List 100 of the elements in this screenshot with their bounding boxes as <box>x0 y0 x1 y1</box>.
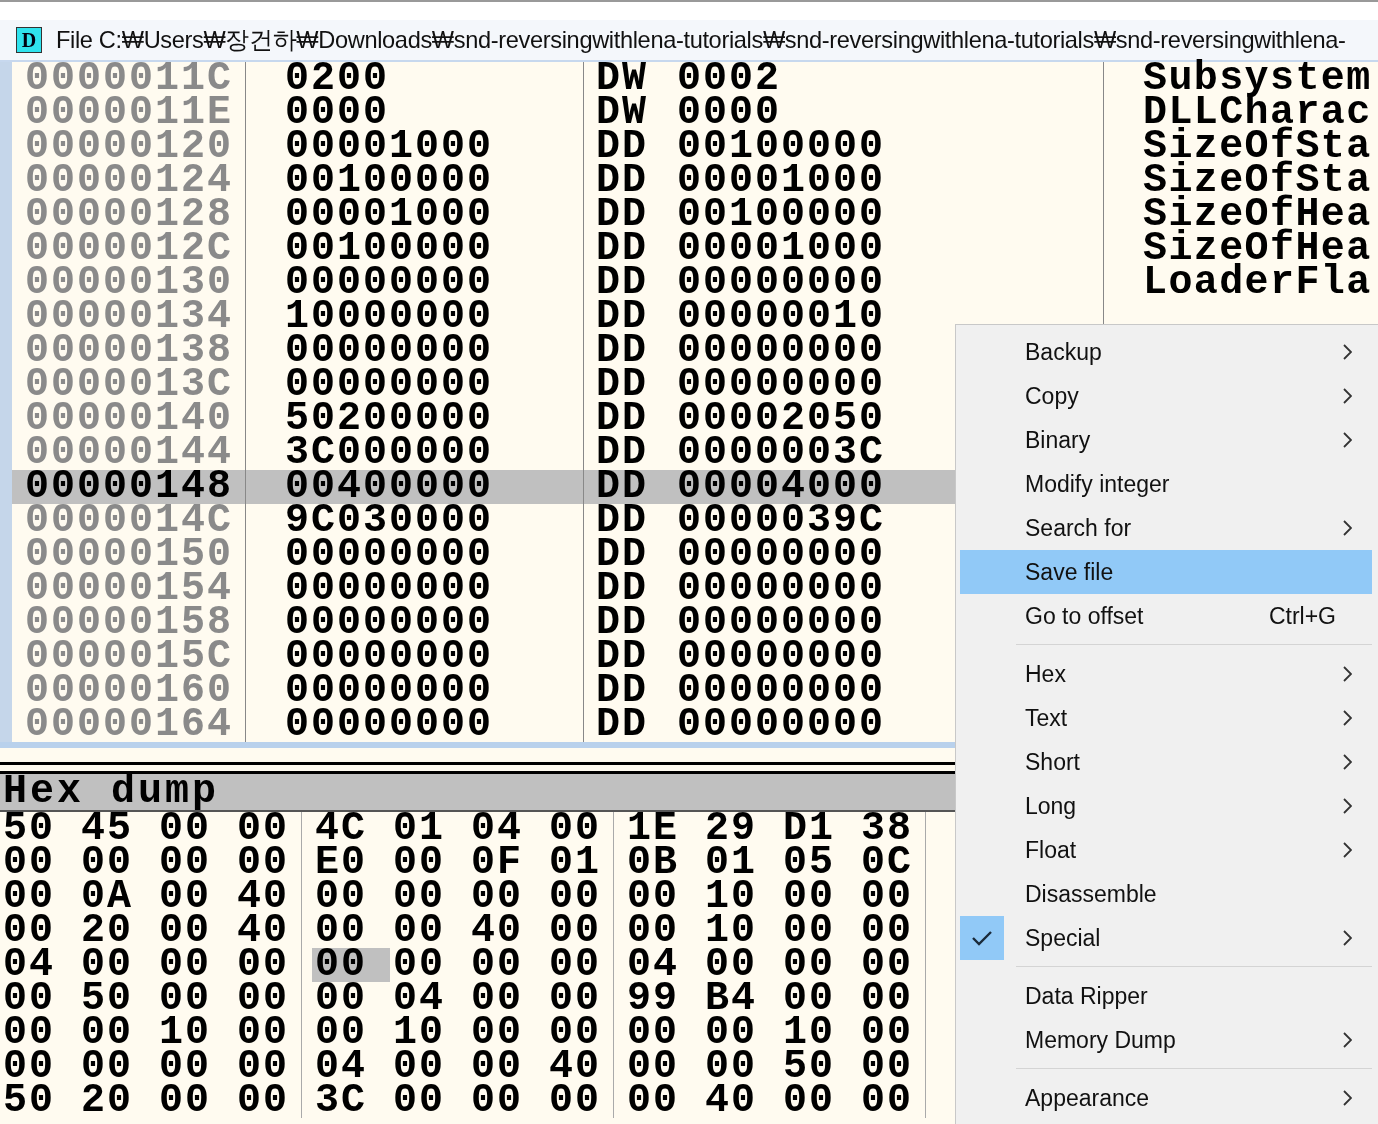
byte-cell[interactable]: 00 <box>234 1050 312 1084</box>
menu-item[interactable]: Data Ripper <box>960 974 1372 1018</box>
byte-cell[interactable]: 00 <box>156 948 234 982</box>
byte-cell[interactable]: 00 <box>858 914 936 948</box>
byte-cell[interactable]: 04 <box>0 948 78 982</box>
byte-cell[interactable]: 99 <box>624 982 702 1016</box>
byte-cell[interactable]: 00 <box>624 880 702 914</box>
byte-cell[interactable]: 00 <box>468 1050 546 1084</box>
byte-cell[interactable]: 00 <box>0 982 78 1016</box>
menu-item[interactable]: Float <box>960 828 1372 872</box>
byte-cell[interactable]: 40 <box>234 880 312 914</box>
byte-cell[interactable]: 00 <box>546 812 624 846</box>
menu-item[interactable]: Go to offset Ctrl+G <box>960 594 1372 638</box>
menu-item[interactable]: Binary <box>960 418 1372 462</box>
menu-item[interactable]: Appearance <box>960 1076 1372 1120</box>
byte-cell[interactable]: 00 <box>468 1016 546 1050</box>
byte-cell[interactable]: 00 <box>702 1016 780 1050</box>
byte-cell[interactable]: 00 <box>156 982 234 1016</box>
byte-cell[interactable]: 00 <box>234 846 312 880</box>
menu-item[interactable]: Save file <box>960 550 1372 594</box>
byte-cell[interactable]: 40 <box>468 914 546 948</box>
byte-cell[interactable]: 00 <box>390 1050 468 1084</box>
byte-cell[interactable]: 00 <box>78 1016 156 1050</box>
byte-cell[interactable]: 00 <box>312 914 390 948</box>
byte-cell[interactable]: 00 <box>546 914 624 948</box>
byte-cell[interactable]: 00 <box>546 1016 624 1050</box>
byte-cell[interactable]: 00 <box>468 982 546 1016</box>
byte-cell[interactable]: 00 <box>468 880 546 914</box>
byte-cell[interactable]: 00 <box>624 1016 702 1050</box>
byte-cell[interactable]: 40 <box>234 914 312 948</box>
byte-cell[interactable]: 05 <box>780 846 858 880</box>
menu-item[interactable]: Hex <box>960 652 1372 696</box>
byte-cell[interactable]: 00 <box>312 948 390 982</box>
byte-cell[interactable]: 00 <box>780 1084 858 1118</box>
byte-cell[interactable]: 50 <box>780 1050 858 1084</box>
byte-cell[interactable]: 00 <box>468 1084 546 1118</box>
byte-cell[interactable]: 50 <box>0 1084 78 1118</box>
byte-cell[interactable]: 00 <box>624 1050 702 1084</box>
byte-cell[interactable]: 00 <box>156 880 234 914</box>
byte-cell[interactable]: 3C <box>312 1084 390 1118</box>
byte-cell[interactable]: E0 <box>312 846 390 880</box>
menu-item[interactable]: Copy <box>960 374 1372 418</box>
byte-cell[interactable]: 01 <box>546 846 624 880</box>
byte-cell[interactable]: 00 <box>858 880 936 914</box>
byte-cell[interactable]: 01 <box>702 846 780 880</box>
byte-cell[interactable]: 00 <box>390 846 468 880</box>
byte-cell[interactable]: 00 <box>78 948 156 982</box>
byte-cell[interactable]: 0A <box>78 880 156 914</box>
byte-cell[interactable]: 00 <box>156 812 234 846</box>
byte-cell[interactable]: 00 <box>234 1084 312 1118</box>
byte-cell[interactable]: 00 <box>0 914 78 948</box>
byte-cell[interactable]: 00 <box>0 846 78 880</box>
menu-item[interactable]: Memory Dump <box>960 1018 1372 1062</box>
byte-cell[interactable]: 00 <box>0 1050 78 1084</box>
byte-cell[interactable]: 00 <box>624 914 702 948</box>
byte-cell[interactable]: 00 <box>234 982 312 1016</box>
byte-cell[interactable]: 10 <box>780 1016 858 1050</box>
byte-cell[interactable]: 00 <box>78 846 156 880</box>
byte-cell[interactable]: 00 <box>390 914 468 948</box>
byte-cell[interactable]: 0B <box>624 846 702 880</box>
byte-cell[interactable]: 00 <box>858 982 936 1016</box>
menu-item[interactable]: Text <box>960 696 1372 740</box>
byte-cell[interactable]: 00 <box>156 914 234 948</box>
byte-cell[interactable]: 04 <box>624 948 702 982</box>
byte-cell[interactable]: 4C <box>312 812 390 846</box>
byte-cell[interactable]: 00 <box>780 914 858 948</box>
byte-cell[interactable]: 00 <box>0 1016 78 1050</box>
byte-cell[interactable]: 00 <box>312 982 390 1016</box>
byte-cell[interactable]: 00 <box>390 1084 468 1118</box>
byte-cell[interactable]: 10 <box>702 914 780 948</box>
byte-cell[interactable]: D1 <box>780 812 858 846</box>
byte-cell[interactable]: 00 <box>0 880 78 914</box>
byte-cell[interactable]: 50 <box>0 812 78 846</box>
byte-cell[interactable]: 00 <box>858 1050 936 1084</box>
byte-cell[interactable]: B4 <box>702 982 780 1016</box>
menu-item[interactable]: Long <box>960 784 1372 828</box>
menu-item[interactable]: Backup <box>960 330 1372 374</box>
byte-cell[interactable]: 00 <box>312 880 390 914</box>
byte-cell[interactable]: 20 <box>78 1084 156 1118</box>
byte-cell[interactable]: 00 <box>234 948 312 982</box>
byte-cell[interactable]: 00 <box>156 1084 234 1118</box>
byte-cell[interactable]: 50 <box>78 982 156 1016</box>
byte-cell[interactable]: 00 <box>624 1084 702 1118</box>
byte-cell[interactable]: 00 <box>156 1050 234 1084</box>
byte-cell[interactable]: 00 <box>780 982 858 1016</box>
menu-item[interactable]: Search for <box>960 506 1372 550</box>
byte-cell[interactable]: 40 <box>546 1050 624 1084</box>
byte-cell[interactable]: 00 <box>546 1084 624 1118</box>
menu-item[interactable]: Short <box>960 740 1372 784</box>
byte-cell[interactable]: 00 <box>156 846 234 880</box>
byte-cell[interactable]: 29 <box>702 812 780 846</box>
menu-item[interactable]: Special <box>960 916 1372 960</box>
byte-cell[interactable]: 38 <box>858 812 936 846</box>
byte-cell[interactable]: 00 <box>546 880 624 914</box>
byte-cell[interactable]: 00 <box>234 1016 312 1050</box>
byte-cell[interactable]: 40 <box>702 1084 780 1118</box>
byte-cell[interactable]: 00 <box>546 948 624 982</box>
byte-cell[interactable]: 04 <box>312 1050 390 1084</box>
byte-cell[interactable]: 00 <box>858 1016 936 1050</box>
byte-cell[interactable]: 0C <box>858 846 936 880</box>
